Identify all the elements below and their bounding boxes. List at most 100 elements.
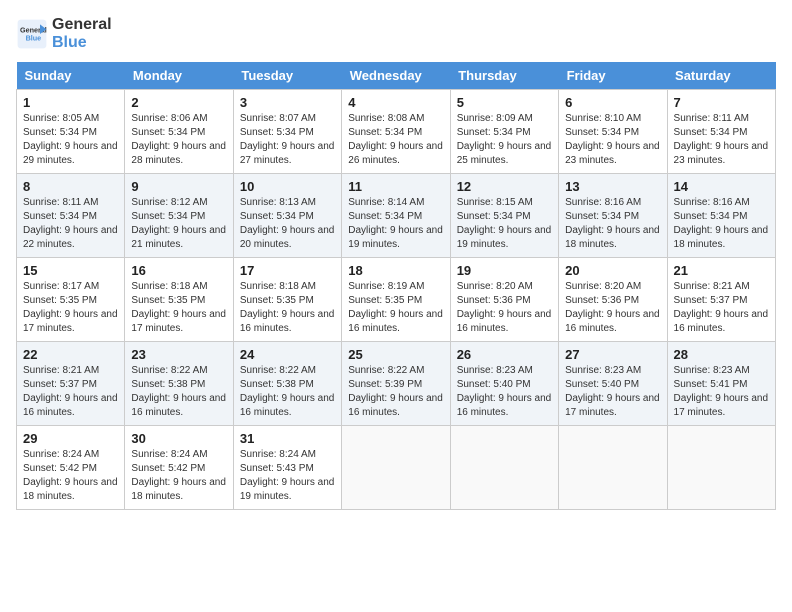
day-info: Sunrise: 8:07 AMSunset: 5:34 PMDaylight:…: [240, 112, 335, 168]
calendar-cell: 3 Sunrise: 8:07 AMSunset: 5:34 PMDaylight…: [233, 90, 341, 174]
day-info: Sunrise: 8:14 AMSunset: 5:34 PMDaylight:…: [348, 196, 443, 252]
day-number: 9: [131, 179, 226, 194]
day-number: 26: [457, 347, 552, 362]
day-info: Sunrise: 8:23 AMSunset: 5:41 PMDaylight:…: [674, 364, 769, 420]
day-info: Sunrise: 8:15 AMSunset: 5:34 PMDaylight:…: [457, 196, 552, 252]
calendar-cell: 16 Sunrise: 8:18 AMSunset: 5:35 PMDayligh…: [125, 258, 233, 342]
logo-icon: General Blue: [16, 18, 48, 50]
day-number: 24: [240, 347, 335, 362]
header-saturday: Saturday: [667, 62, 775, 90]
day-info: Sunrise: 8:12 AMSunset: 5:34 PMDaylight:…: [131, 196, 226, 252]
calendar-cell: 21 Sunrise: 8:21 AMSunset: 5:37 PMDayligh…: [667, 258, 775, 342]
calendar-cell: [342, 426, 450, 510]
day-number: 7: [674, 95, 769, 110]
day-info: Sunrise: 8:19 AMSunset: 5:35 PMDaylight:…: [348, 280, 443, 336]
day-number: 10: [240, 179, 335, 194]
calendar-cell: [450, 426, 558, 510]
day-info: Sunrise: 8:16 AMSunset: 5:34 PMDaylight:…: [674, 196, 769, 252]
day-info: Sunrise: 8:06 AMSunset: 5:34 PMDaylight:…: [131, 112, 226, 168]
calendar-cell: 24 Sunrise: 8:22 AMSunset: 5:38 PMDayligh…: [233, 342, 341, 426]
calendar-cell: 15Sunrise: 8:17 AMSunset: 5:35 PMDayligh…: [17, 258, 125, 342]
day-number: 19: [457, 263, 552, 278]
day-number: 31: [240, 431, 335, 446]
day-number: 29: [23, 431, 118, 446]
day-info: Sunrise: 8:08 AMSunset: 5:34 PMDaylight:…: [348, 112, 443, 168]
calendar-cell: 5 Sunrise: 8:09 AMSunset: 5:34 PMDaylight…: [450, 90, 558, 174]
calendar-week-3: 15Sunrise: 8:17 AMSunset: 5:35 PMDayligh…: [17, 258, 776, 342]
header-wednesday: Wednesday: [342, 62, 450, 90]
calendar-cell: 26 Sunrise: 8:23 AMSunset: 5:40 PMDayligh…: [450, 342, 558, 426]
logo: General Blue General Blue: [16, 16, 112, 52]
day-info: Sunrise: 8:13 AMSunset: 5:34 PMDaylight:…: [240, 196, 335, 252]
day-info: Sunrise: 8:10 AMSunset: 5:34 PMDaylight:…: [565, 112, 660, 168]
header-friday: Friday: [559, 62, 667, 90]
day-info: Sunrise: 8:23 AMSunset: 5:40 PMDaylight:…: [457, 364, 552, 420]
day-number: 25: [348, 347, 443, 362]
day-number: 11: [348, 179, 443, 194]
calendar-week-2: 8Sunrise: 8:11 AMSunset: 5:34 PMDaylight…: [17, 174, 776, 258]
calendar-cell: 22 Sunrise: 8:21 AMSunset: 5:37 PMDayligh…: [17, 342, 125, 426]
calendar-week-1: 1Sunrise: 8:05 AMSunset: 5:34 PMDaylight…: [17, 90, 776, 174]
calendar-cell: 23 Sunrise: 8:22 AMSunset: 5:38 PMDayligh…: [125, 342, 233, 426]
day-info: Sunrise: 8:05 AMSunset: 5:34 PMDaylight:…: [23, 112, 118, 168]
header-thursday: Thursday: [450, 62, 558, 90]
header-monday: Monday: [125, 62, 233, 90]
calendar-week-4: 22 Sunrise: 8:21 AMSunset: 5:37 PMDayligh…: [17, 342, 776, 426]
day-info: Sunrise: 8:23 AMSunset: 5:40 PMDaylight:…: [565, 364, 660, 420]
day-number: 28: [674, 347, 769, 362]
day-number: 4: [348, 95, 443, 110]
calendar-cell: 10 Sunrise: 8:13 AMSunset: 5:34 PMDayligh…: [233, 174, 341, 258]
calendar-cell: 30 Sunrise: 8:24 AMSunset: 5:42 PMDayligh…: [125, 426, 233, 510]
day-number: 16: [131, 263, 226, 278]
day-number: 3: [240, 95, 335, 110]
day-number: 22: [23, 347, 118, 362]
header-sunday: Sunday: [17, 62, 125, 90]
day-info: Sunrise: 8:20 AMSunset: 5:36 PMDaylight:…: [457, 280, 552, 336]
calendar-cell: 18Sunrise: 8:19 AMSunset: 5:35 PMDayligh…: [342, 258, 450, 342]
day-info: Sunrise: 8:18 AMSunset: 5:35 PMDaylight:…: [131, 280, 226, 336]
calendar-cell: 29Sunrise: 8:24 AMSunset: 5:42 PMDayligh…: [17, 426, 125, 510]
svg-text:Blue: Blue: [26, 33, 42, 42]
day-info: Sunrise: 8:11 AMSunset: 5:34 PMDaylight:…: [674, 112, 769, 168]
day-number: 14: [674, 179, 769, 194]
day-number: 2: [131, 95, 226, 110]
day-info: Sunrise: 8:24 AMSunset: 5:42 PMDaylight:…: [131, 448, 226, 504]
day-info: Sunrise: 8:18 AMSunset: 5:35 PMDaylight:…: [240, 280, 335, 336]
calendar-cell: 31 Sunrise: 8:24 AMSunset: 5:43 PMDayligh…: [233, 426, 341, 510]
calendar-cell: 7 Sunrise: 8:11 AMSunset: 5:34 PMDaylight…: [667, 90, 775, 174]
day-number: 23: [131, 347, 226, 362]
day-number: 17: [240, 263, 335, 278]
calendar-cell: [559, 426, 667, 510]
calendar-cell: 4 Sunrise: 8:08 AMSunset: 5:34 PMDaylight…: [342, 90, 450, 174]
day-info: Sunrise: 8:21 AMSunset: 5:37 PMDaylight:…: [674, 280, 769, 336]
day-info: Sunrise: 8:09 AMSunset: 5:34 PMDaylight:…: [457, 112, 552, 168]
day-number: 21: [674, 263, 769, 278]
day-number: 12: [457, 179, 552, 194]
day-number: 30: [131, 431, 226, 446]
calendar-cell: 11 Sunrise: 8:14 AMSunset: 5:34 PMDayligh…: [342, 174, 450, 258]
day-info: Sunrise: 8:22 AMSunset: 5:38 PMDaylight:…: [131, 364, 226, 420]
calendar-cell: 25 Sunrise: 8:22 AMSunset: 5:39 PMDayligh…: [342, 342, 450, 426]
day-info: Sunrise: 8:16 AMSunset: 5:34 PMDaylight:…: [565, 196, 660, 252]
day-info: Sunrise: 8:21 AMSunset: 5:37 PMDaylight:…: [23, 364, 118, 420]
calendar-cell: 8Sunrise: 8:11 AMSunset: 5:34 PMDaylight…: [17, 174, 125, 258]
calendar-cell: 28 Sunrise: 8:23 AMSunset: 5:41 PMDayligh…: [667, 342, 775, 426]
calendar-cell: [667, 426, 775, 510]
calendar-table: SundayMondayTuesdayWednesdayThursdayFrid…: [16, 62, 776, 510]
day-info: Sunrise: 8:17 AMSunset: 5:35 PMDaylight:…: [23, 280, 118, 336]
day-info: Sunrise: 8:22 AMSunset: 5:38 PMDaylight:…: [240, 364, 335, 420]
day-number: 6: [565, 95, 660, 110]
calendar-cell: 20Sunrise: 8:20 AMSunset: 5:36 PMDayligh…: [559, 258, 667, 342]
day-number: 5: [457, 95, 552, 110]
calendar-cell: 2 Sunrise: 8:06 AMSunset: 5:34 PMDaylight…: [125, 90, 233, 174]
header-tuesday: Tuesday: [233, 62, 341, 90]
page-header: General Blue General Blue: [16, 16, 776, 52]
logo-blue: Blue: [52, 34, 112, 52]
calendar-cell: 9 Sunrise: 8:12 AMSunset: 5:34 PMDaylight…: [125, 174, 233, 258]
day-info: Sunrise: 8:11 AMSunset: 5:34 PMDaylight:…: [23, 196, 118, 252]
calendar-cell: 6 Sunrise: 8:10 AMSunset: 5:34 PMDaylight…: [559, 90, 667, 174]
day-info: Sunrise: 8:22 AMSunset: 5:39 PMDaylight:…: [348, 364, 443, 420]
calendar-header-row: SundayMondayTuesdayWednesdayThursdayFrid…: [17, 62, 776, 90]
day-info: Sunrise: 8:24 AMSunset: 5:43 PMDaylight:…: [240, 448, 335, 504]
logo-general: General: [52, 16, 112, 34]
